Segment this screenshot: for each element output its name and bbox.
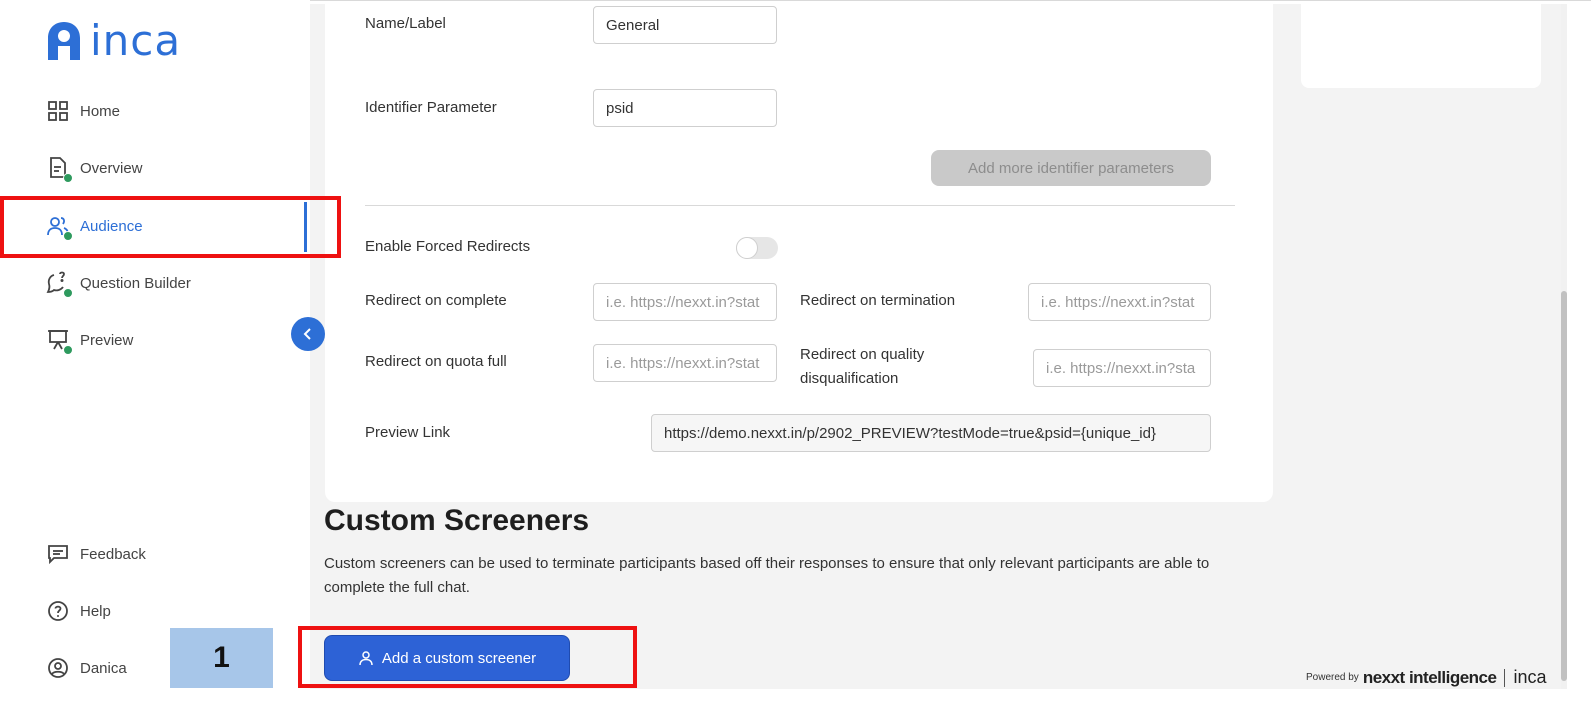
sidebar-item-label: Overview	[80, 159, 143, 177]
redirect-quality-label-line1: Redirect on quality	[800, 346, 925, 363]
feedback-icon	[46, 542, 70, 566]
toggle-knob	[736, 237, 758, 259]
check-badge-icon	[63, 288, 73, 298]
identifier-input[interactable]: psid	[593, 89, 777, 127]
section-divider	[365, 205, 1235, 206]
forced-redirects-label: Enable Forced Redirects	[365, 238, 531, 255]
sidebar-item-label: Danica	[80, 659, 127, 677]
check-badge-icon	[63, 345, 73, 355]
chat-question-icon	[46, 271, 73, 298]
step-number-badge: 1	[170, 628, 273, 688]
redirect-quota-label: Redirect on quota full	[365, 353, 507, 370]
powered-by-footer: Powered by nexxt intelligence inca	[1306, 667, 1547, 688]
sidebar-item-overview[interactable]: Overview	[46, 154, 143, 183]
sidebar-item-home[interactable]: Home	[46, 97, 120, 125]
check-badge-icon	[63, 173, 73, 183]
sidebar: inca Home Overview Audience Question Bui…	[0, 0, 310, 713]
powered-by-text: Powered by	[1306, 672, 1359, 683]
side-panel-card	[1301, 4, 1541, 88]
chevron-left-icon	[303, 328, 311, 340]
footer-product: inca	[1513, 667, 1547, 687]
custom-screeners-title: Custom Screeners	[324, 504, 590, 537]
bottom-band	[0, 689, 1591, 713]
highlight-box-audience	[0, 196, 341, 258]
grid-icon	[46, 99, 70, 123]
name-input[interactable]: General	[593, 6, 777, 44]
redirect-complete-input[interactable]: i.e. https://nexxt.in?stat	[593, 283, 777, 321]
help-icon	[46, 599, 70, 623]
footer-brand: nexxt intelligence	[1362, 667, 1497, 687]
add-identifier-button[interactable]: Add more identifier parameters	[931, 150, 1211, 186]
scrollbar[interactable]	[1561, 4, 1567, 689]
sidebar-item-feedback[interactable]: Feedback	[46, 540, 146, 568]
scrollbar-thumb[interactable]	[1561, 291, 1567, 681]
preview-link-field[interactable]: https://demo.nexxt.in/p/2902_PREVIEW?tes…	[651, 414, 1211, 452]
footer-separator	[1504, 668, 1506, 687]
redirect-complete-label: Redirect on complete	[365, 292, 507, 309]
sidebar-item-label: Preview	[80, 331, 134, 349]
preview-link-label: Preview Link	[365, 424, 451, 441]
collapse-sidebar-button[interactable]	[291, 317, 325, 351]
app-logo[interactable]: inca	[46, 20, 181, 62]
sidebar-item-question-builder[interactable]: Question Builder	[46, 269, 191, 298]
logo-mark-icon	[48, 22, 80, 60]
identifier-label: Identifier Parameter	[365, 99, 497, 116]
redirect-termination-label: Redirect on termination	[800, 292, 956, 309]
user-circle-icon	[46, 656, 70, 680]
sidebar-item-label: Home	[80, 102, 121, 120]
redirect-quality-input[interactable]: i.e. https://nexxt.in?sta	[1033, 349, 1211, 387]
sidebar-item-profile[interactable]: Danica	[46, 654, 127, 682]
redirect-quota-input[interactable]: i.e. https://nexxt.in?stat	[593, 344, 777, 382]
redirect-quality-label-line2: disqualification	[800, 370, 899, 387]
sidebar-item-label: Question Builder	[80, 274, 191, 292]
document-check-icon	[46, 156, 73, 183]
name-label: Name/Label	[365, 15, 446, 32]
forced-redirects-toggle[interactable]	[736, 237, 778, 259]
sidebar-item-label: Help	[80, 602, 111, 620]
custom-screeners-description: Custom screeners can be used to terminat…	[324, 555, 1210, 596]
highlight-box-add-screener	[298, 626, 637, 688]
redirect-termination-input[interactable]: i.e. https://nexxt.in?stat	[1028, 283, 1211, 321]
sidebar-item-help[interactable]: Help	[46, 597, 111, 625]
sidebar-item-preview[interactable]: Preview	[46, 326, 134, 355]
sidebar-item-label: Feedback	[80, 545, 146, 563]
logo-text: inca	[90, 16, 182, 65]
presentation-icon	[46, 328, 73, 355]
